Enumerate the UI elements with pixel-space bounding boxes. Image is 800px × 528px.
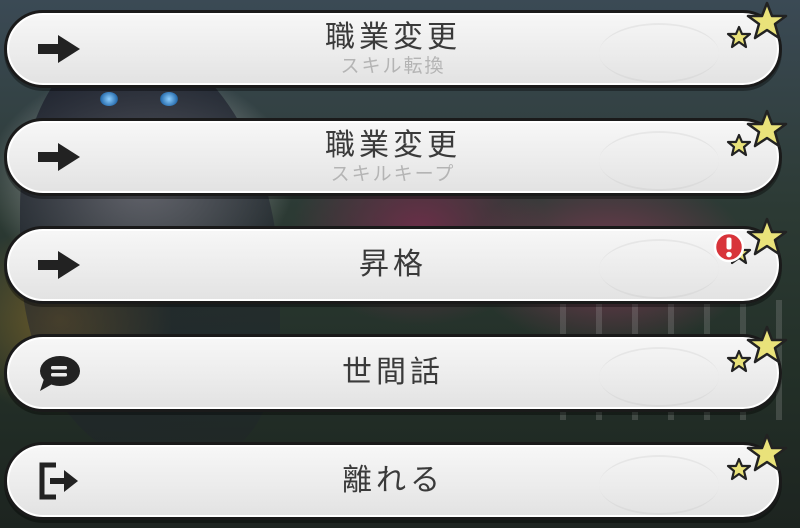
arrow-right-icon	[35, 29, 83, 69]
arrow-right-icon	[35, 245, 83, 285]
star-decoration-icon	[726, 433, 788, 481]
small-talk-button[interactable]: 世間話	[4, 325, 788, 412]
leave-button[interactable]: 離れる	[4, 433, 788, 520]
menu-item-label: 職業変更	[325, 20, 461, 55]
menu-item-label: 離れる	[342, 463, 444, 498]
menu-item-label: 世間話	[342, 355, 444, 390]
star-decoration-icon	[726, 109, 788, 157]
star-decoration-icon	[726, 1, 788, 49]
promotion-button[interactable]: 昇格	[4, 217, 788, 304]
chat-bubble-icon	[35, 353, 83, 393]
exit-door-icon	[35, 461, 83, 501]
menu-item-sublabel: スキルキープ	[330, 163, 456, 185]
alert-exclamation-icon	[713, 231, 745, 263]
npc-action-menu: 職業変更 スキル転換 職業変更 スキルキープ 昇格 世間話 離れる	[0, 0, 800, 528]
job-change-skill-convert-button[interactable]: 職業変更 スキル転換	[4, 1, 788, 88]
star-decoration-icon	[726, 325, 788, 373]
menu-item-sublabel: スキル転換	[340, 55, 446, 77]
job-change-skill-keep-button[interactable]: 職業変更 スキルキープ	[4, 109, 788, 196]
arrow-right-icon	[35, 137, 83, 177]
menu-item-label: 職業変更	[325, 128, 461, 163]
menu-item-label: 昇格	[359, 247, 427, 282]
